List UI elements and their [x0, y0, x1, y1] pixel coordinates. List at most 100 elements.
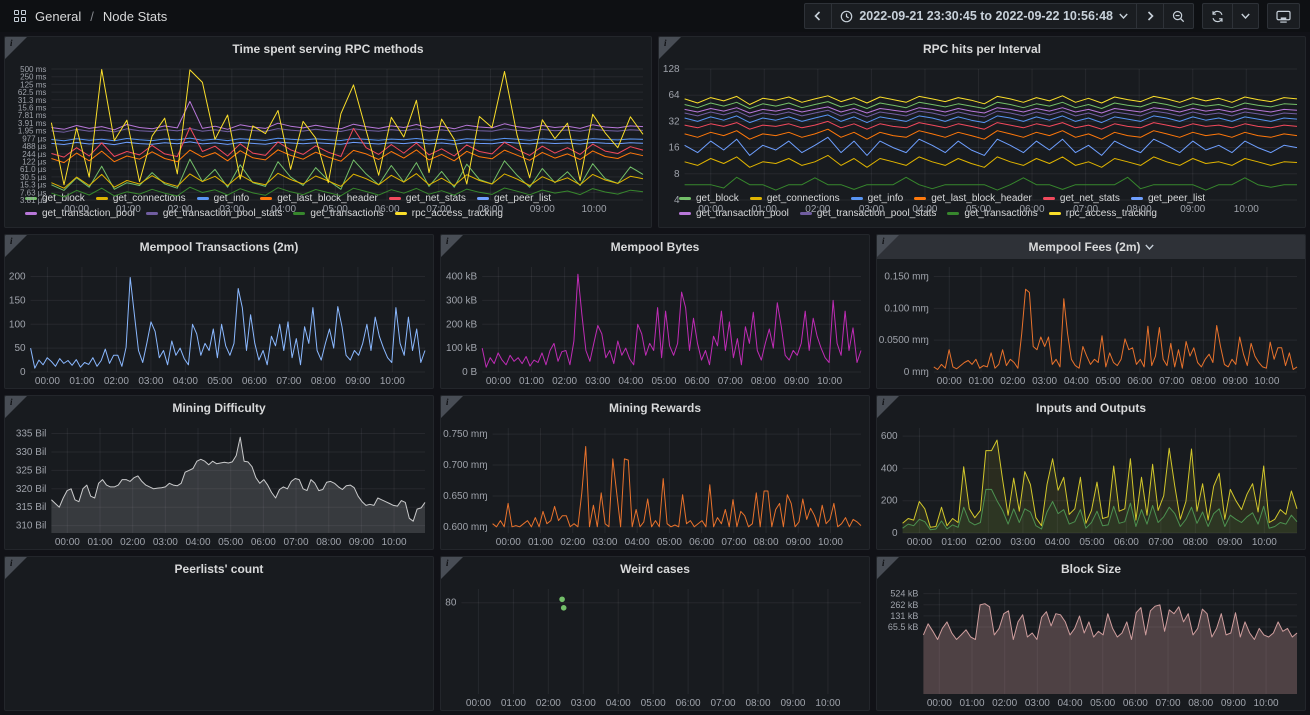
panel-header[interactable]: RPC hits per Interval	[659, 37, 1305, 61]
svg-text:00:00: 00:00	[64, 204, 89, 215]
svg-text:10:00: 10:00	[1254, 376, 1279, 387]
mempool-fees-chart[interactable]: 00:0001:0002:0003:0004:0005:0006:0007:00…	[877, 259, 1305, 388]
svg-text:310 Bil: 310 Bil	[16, 521, 47, 532]
panel-title: Inputs and Outputs	[1036, 401, 1146, 415]
svg-text:00:00: 00:00	[496, 537, 521, 548]
svg-text:07:00: 07:00	[1156, 698, 1181, 709]
svg-text:08:00: 08:00	[1183, 537, 1208, 548]
svg-text:07:00: 07:00	[721, 537, 746, 548]
panel-header[interactable]: Mempool Bytes	[441, 235, 869, 259]
svg-text:03:00: 03:00	[1010, 537, 1035, 548]
svg-text:03:00: 03:00	[1032, 376, 1057, 387]
svg-text:07:00: 07:00	[426, 204, 451, 215]
mining-rewards-chart[interactable]: 00:0001:0002:0003:0004:0005:0006:0007:00…	[441, 420, 869, 549]
cycle-view-mode-button[interactable]	[1267, 3, 1300, 29]
svg-text:00:00: 00:00	[927, 698, 952, 709]
svg-text:01:00: 01:00	[969, 376, 994, 387]
refresh-interval-dropdown[interactable]	[1233, 3, 1259, 29]
panel-title: Peerlists' count	[175, 562, 264, 576]
svg-text:08:00: 08:00	[478, 204, 503, 215]
svg-text:10:00: 10:00	[1252, 537, 1277, 548]
svg-text:0.700 mɱ: 0.700 mɱ	[443, 460, 487, 471]
tv-monitor-icon	[1276, 10, 1291, 23]
peerlists-count-chart[interactable]	[5, 581, 433, 710]
svg-text:01:00: 01:00	[519, 376, 544, 387]
svg-text:64: 64	[668, 90, 680, 101]
panel-header[interactable]: Mining Rewards	[441, 396, 869, 420]
clock-icon	[840, 10, 853, 23]
svg-text:00:00: 00:00	[907, 537, 932, 548]
refresh-button[interactable]	[1202, 3, 1233, 29]
svg-text:0.600 mɱ: 0.600 mɱ	[443, 522, 487, 533]
panel-header[interactable]: Mining Difficulty	[5, 396, 433, 420]
svg-text:10:00: 10:00	[582, 204, 607, 215]
svg-text:08:00: 08:00	[746, 698, 771, 709]
panel-info-icon[interactable]: i	[5, 557, 27, 579]
svg-text:335 Bil: 335 Bil	[16, 429, 47, 440]
panel-info-icon[interactable]: i	[5, 396, 27, 418]
time-shift-back-button[interactable]	[804, 3, 832, 29]
svg-text:0.0500 mɱ: 0.0500 mɱ	[879, 335, 929, 346]
panel-info-icon[interactable]: i	[877, 557, 899, 579]
panel-title: Mining Rewards	[609, 401, 701, 415]
svg-text:03:00: 03:00	[571, 698, 596, 709]
rpc-hits-chart[interactable]: 00:0001:0002:0003:0004:0005:0006:0007:00…	[659, 61, 1305, 190]
panel-header-menu[interactable]: Mempool Fees (2m)	[877, 235, 1305, 259]
svg-text:02:00: 02:00	[104, 376, 129, 387]
rpc-time-chart[interactable]: 00:0001:0002:0003:0004:0005:0006:0007:00…	[5, 61, 651, 190]
panel-header[interactable]: Peerlists' count	[5, 557, 433, 581]
panel-header[interactable]: Time spent serving RPC methods	[5, 37, 651, 61]
panel-header[interactable]: Mempool Transactions (2m)	[5, 235, 433, 259]
svg-text:05:00: 05:00	[218, 537, 243, 548]
svg-text:08:00: 08:00	[1191, 376, 1216, 387]
mempool-bytes-chart[interactable]: 00:0001:0002:0003:0004:0005:0006:0007:00…	[441, 259, 869, 388]
svg-text:07:00: 07:00	[276, 376, 301, 387]
panel-info-icon[interactable]: i	[441, 235, 463, 257]
svg-text:16: 16	[668, 143, 680, 154]
panel-info-icon[interactable]: i	[5, 37, 27, 59]
svg-text:05:00: 05:00	[1079, 537, 1104, 548]
svg-text:06:00: 06:00	[1127, 376, 1152, 387]
inputs-outputs-chart[interactable]: 00:0001:0002:0003:0004:0005:0006:0007:00…	[877, 420, 1305, 549]
svg-text:02:00: 02:00	[992, 698, 1017, 709]
panel-info-icon[interactable]: i	[441, 396, 463, 418]
mining-difficulty-chart[interactable]: 00:0001:0002:0003:0004:0005:0006:0007:00…	[5, 420, 433, 549]
panel-header[interactable]: Inputs and Outputs	[877, 396, 1305, 420]
svg-text:05:00: 05:00	[641, 698, 666, 709]
panel-info-icon[interactable]: i	[441, 557, 463, 579]
svg-text:00:00: 00:00	[698, 204, 723, 215]
panel-info-icon[interactable]: i	[877, 396, 899, 418]
block-size-chart[interactable]: 00:0001:0002:0003:0004:0005:0006:0007:00…	[877, 581, 1305, 710]
svg-text:65.5 kB: 65.5 kB	[888, 622, 919, 632]
panel-info-icon[interactable]: i	[877, 235, 899, 257]
svg-text:150: 150	[9, 295, 26, 306]
svg-text:04:00: 04:00	[186, 537, 211, 548]
time-shift-forward-button[interactable]	[1137, 3, 1164, 29]
svg-text:50: 50	[14, 343, 26, 354]
svg-text:01:00: 01:00	[528, 537, 553, 548]
svg-text:200 kB: 200 kB	[446, 319, 477, 330]
panel-header[interactable]: Weird cases	[441, 557, 869, 581]
panel-peerlists-count: i Peerlists' count	[4, 556, 434, 711]
breadcrumb-section[interactable]: General	[35, 9, 81, 24]
panel-info-icon[interactable]: i	[659, 37, 681, 59]
mempool-transactions-chart[interactable]: 00:0001:0002:0003:0004:0005:0006:0007:00…	[5, 259, 433, 388]
svg-text:02:00: 02:00	[120, 537, 145, 548]
svg-text:07:00: 07:00	[284, 537, 309, 548]
panel-info-icon[interactable]: i	[5, 235, 27, 257]
panel-title: Mempool Fees (2m)	[1028, 240, 1140, 254]
panel-header[interactable]: Block Size	[877, 557, 1305, 581]
zoom-out-button[interactable]	[1164, 3, 1194, 29]
svg-text:10:00: 10:00	[815, 698, 840, 709]
time-controls: 2022-09-21 23:30:45 to 2022-09-22 10:56:…	[804, 3, 1300, 29]
time-range-picker-button[interactable]: 2022-09-21 23:30:45 to 2022-09-22 10:56:…	[832, 3, 1137, 29]
panel-title: Mempool Transactions (2m)	[140, 240, 299, 254]
svg-text:04:00: 04:00	[1045, 537, 1070, 548]
svg-text:05:00: 05:00	[1096, 376, 1121, 387]
dashboards-grid-icon[interactable]	[14, 10, 26, 22]
weird-cases-chart[interactable]: 00:0001:0002:0003:0004:0005:0006:0007:00…	[441, 581, 869, 710]
breadcrumb: General / Node Stats	[14, 9, 167, 24]
dashboard-grid: i Time spent serving RPC methods 00:0001…	[0, 32, 1310, 715]
svg-text:02:00: 02:00	[552, 376, 577, 387]
svg-text:4: 4	[674, 195, 680, 206]
